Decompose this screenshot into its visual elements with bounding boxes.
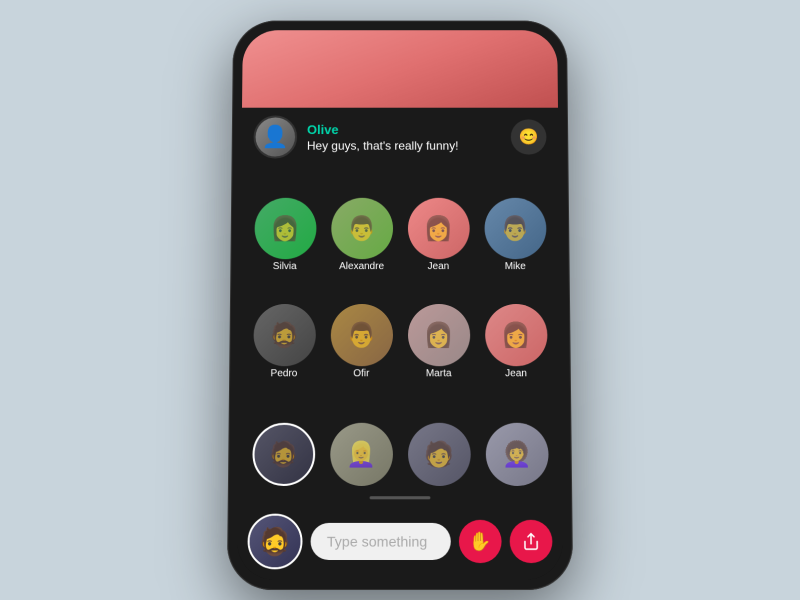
speaker-icon: 😊: [519, 127, 539, 147]
avatar-user2: 👱‍♀️: [330, 423, 393, 486]
participant-mike[interactable]: 👨 Mike: [478, 170, 551, 272]
participant-name-mike: Mike: [505, 261, 526, 272]
top-video-area: [242, 30, 558, 107]
self-mini-avatar: 🧔: [247, 514, 302, 570]
active-speaker-info: Olive Hey guys, that's really funny!: [307, 122, 501, 152]
active-speaker-message: Hey guys, that's really funny!: [307, 138, 501, 152]
input-placeholder: Type something: [327, 533, 427, 549]
phone-screen: 👤 Olive Hey guys, that's really funny! 😊…: [237, 30, 563, 579]
participant-user3[interactable]: 🧑: [402, 383, 476, 488]
hand-icon: ✋: [469, 531, 492, 553]
top-video-bg: [242, 30, 558, 107]
share-button[interactable]: [510, 520, 553, 563]
hand-raise-button[interactable]: ✋: [459, 520, 502, 563]
avatar-marta: 👩: [408, 304, 470, 366]
participant-ofir[interactable]: 👨 Ofir: [325, 276, 398, 379]
participant-user4[interactable]: 👩‍🦱: [479, 383, 553, 488]
active-speaker-avatar: 👤: [253, 116, 297, 159]
participant-name-silvia: Silvia: [273, 261, 297, 272]
participant-name-marta: Marta: [426, 368, 452, 379]
main-content: 👤 Olive Hey guys, that's really funny! 😊…: [237, 108, 563, 580]
participant-pedro[interactable]: 🧔 Pedro: [247, 276, 321, 379]
speaker-button[interactable]: 😊: [511, 119, 547, 154]
participant-jean-m[interactable]: 👩 Jean: [479, 276, 553, 379]
participant-self[interactable]: 🧔: [246, 383, 320, 488]
avatar-silvia: 👩: [254, 198, 316, 259]
participant-silvia[interactable]: 👩 Silvia: [248, 170, 321, 272]
participant-name-jean-f: Jean: [428, 261, 450, 272]
participant-name-jean-m: Jean: [505, 368, 527, 379]
share-icon: [522, 532, 540, 551]
avatar-user3: 🧑: [408, 423, 471, 486]
active-speaker-name: Olive: [307, 122, 501, 137]
participant-name-alexandre: Alexandre: [339, 261, 384, 272]
scroll-indicator: [370, 496, 431, 499]
participant-marta[interactable]: 👩 Marta: [402, 276, 475, 379]
participant-alexandre[interactable]: 👨 Alexandre: [325, 170, 398, 272]
avatar-ofir: 👨: [330, 304, 392, 366]
avatar-alexandre: 👨: [331, 198, 393, 259]
participant-name-pedro: Pedro: [270, 368, 297, 379]
avatar-user4: 👩‍🦱: [485, 423, 548, 486]
avatar-jean-f: 👩: [407, 198, 469, 259]
avatar-jean-m: 👩: [485, 304, 548, 366]
bottom-bar: 🧔 Type something ✋: [237, 505, 563, 579]
participant-user2[interactable]: 👱‍♀️: [324, 383, 398, 488]
participant-name-ofir: Ofir: [353, 368, 369, 379]
avatar-pedro: 🧔: [253, 304, 316, 366]
active-speaker-bar: 👤 Olive Hey guys, that's really funny! 😊: [241, 108, 558, 167]
avatar-self: 🧔: [252, 423, 315, 486]
phone-frame: 👤 Olive Hey guys, that's really funny! 😊…: [227, 21, 573, 590]
participants-grid: 👩 Silvia 👨 Alexandre 👩 Jean: [238, 166, 562, 492]
participant-jean-f[interactable]: 👩 Jean: [402, 170, 475, 272]
type-input[interactable]: Type something: [311, 523, 451, 560]
avatar-mike: 👨: [484, 198, 546, 259]
